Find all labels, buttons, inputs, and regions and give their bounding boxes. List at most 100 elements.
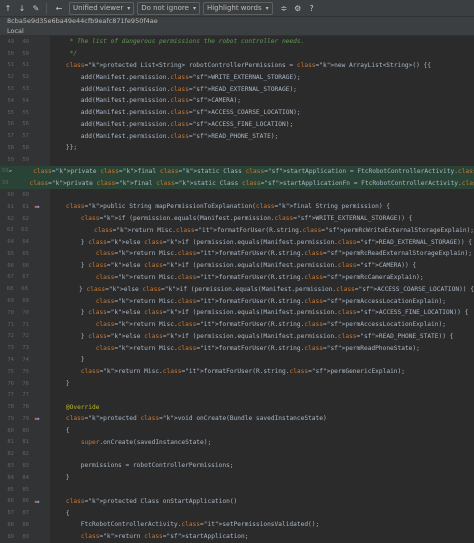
line-number-right: 59 xyxy=(22,156,29,163)
code-text: */ xyxy=(51,50,78,58)
code-line[interactable]: 61 61 ● ● class="k">public String mapPermis… xyxy=(0,201,474,213)
code-line[interactable]: 75 75 class="k">return Misc.class="it">fo… xyxy=(0,366,474,378)
line-number-right: 80 xyxy=(22,427,29,434)
line-number-right: 66 xyxy=(22,262,29,269)
arrow-up-icon[interactable]: ↑ xyxy=(2,2,14,14)
code-text: class="k">private class="k">final class=… xyxy=(29,179,474,187)
code-line[interactable]: 77 77 xyxy=(0,389,474,401)
code-line[interactable]: 67 67 class="k">return Misc.class="it">fo… xyxy=(0,272,474,284)
code-line[interactable]: 76 76 } xyxy=(0,378,474,390)
code-line[interactable]: 71 71 class="k">return Misc.class="it">fo… xyxy=(0,319,474,331)
code-line[interactable]: 83 83 permissions = robotControllerPermis… xyxy=(0,460,474,472)
code-line[interactable]: 74 74 } xyxy=(0,354,474,366)
code-line[interactable]: 79 79 ● ● class="k">protected class="k">voi… xyxy=(0,413,474,425)
code-text: class="k">return class="sf">startApplica… xyxy=(80,533,249,541)
help-icon[interactable]: ? xyxy=(306,2,318,14)
code-line[interactable]: 87 87 { xyxy=(0,507,474,519)
code-line[interactable]: 53 53 add(Manifest.permission.class="sf">… xyxy=(0,83,474,95)
line-number-right: 63 xyxy=(21,227,28,234)
code-line[interactable]: 88 88 FtcRobotControllerActivity.class="i… xyxy=(0,519,474,531)
line-number-left: 53 xyxy=(7,86,14,92)
arrow-down-icon[interactable]: ↓ xyxy=(16,2,28,14)
code-line[interactable]: 59 class="k">private class="k">final cla… xyxy=(0,177,474,190)
code-line[interactable]: 89 89 class="k">return class="sf">startAp… xyxy=(0,531,474,543)
code-line[interactable]: 50 50 */ xyxy=(0,48,474,60)
revert-icon[interactable]: ↶ xyxy=(9,168,13,175)
code-line[interactable]: 51 51 class="k">protected List<String> ro… xyxy=(0,60,474,72)
line-number-left: 57 xyxy=(7,133,14,140)
code-text: super.onCreate(savedInstanceState); xyxy=(80,438,212,446)
line-number-right: 67 xyxy=(22,274,29,281)
code-line[interactable]: 72 72 } class="k">else class="k">if (perm… xyxy=(0,331,474,343)
line-number-left: 64 xyxy=(7,239,14,246)
line-number-left: 80 xyxy=(7,427,14,434)
diff-toolbar: ↑ ↓ ✎ ← Unified viewer ▾ Do not ignore ▾… xyxy=(0,0,474,17)
code-line[interactable]: 60 60 xyxy=(0,189,474,201)
line-number-right: 71 xyxy=(22,321,29,328)
line-number-left: 58 xyxy=(7,144,14,151)
highlight-dropdown[interactable]: Highlight words ▾ xyxy=(202,1,273,15)
settings-gear-icon[interactable]: ⚙ xyxy=(292,2,304,14)
code-line[interactable]: 85 85 xyxy=(0,484,474,496)
code-line[interactable]: 73 73 class="k">return Misc.class="it">fo… xyxy=(0,342,474,354)
line-number-right: 59 xyxy=(2,168,9,175)
line-number-left: 65 xyxy=(7,250,14,257)
override-marker-icon: ● ● xyxy=(34,416,40,422)
line-number-left: 82 xyxy=(7,451,14,458)
edit-icon[interactable]: ✎ xyxy=(30,2,42,14)
commit-hash: 8cba5e9d35e6ba49e44cfb9eafc871fe950f4ae xyxy=(0,17,474,26)
code-line[interactable]: 52 52 add(Manifest.permission.class="sf">… xyxy=(0,71,474,83)
code-line[interactable]: 63 63 class="k">return Misc.class="it">fo… xyxy=(0,224,474,236)
code-line[interactable]: 66 66 } class="k">else class="k">if (perm… xyxy=(0,260,474,272)
back-arrow-icon[interactable]: ← xyxy=(53,2,65,14)
line-number-right: 60 xyxy=(22,192,29,199)
line-number-right: 64 xyxy=(22,239,29,246)
code-line[interactable]: 69 69 class="k">return Misc.class="it">fo… xyxy=(0,295,474,307)
line-number-left: 56 xyxy=(7,121,14,128)
code-line[interactable]: 58 58 }}; xyxy=(0,142,474,154)
line-number-right: 55 xyxy=(22,109,29,116)
line-number-right: 78 xyxy=(22,404,29,411)
code-line[interactable]: 80 80 { xyxy=(0,425,474,437)
line-number-left: 73 xyxy=(7,345,14,352)
code-line[interactable]: 56 56 add(Manifest.permission.class="sf">… xyxy=(0,118,474,130)
code-line[interactable]: 59 ↶ class="k">private class="k">final cl… xyxy=(0,165,474,178)
code-line[interactable]: 59 59 xyxy=(0,154,474,166)
chevron-down-icon: ▾ xyxy=(127,4,131,12)
line-number-right: 87 xyxy=(22,510,29,517)
code-editor[interactable]: 49 49 * The list of dangerous permissions… xyxy=(0,36,474,543)
collapse-unchanged-icon[interactable]: ≑ xyxy=(278,2,290,14)
code-line[interactable]: 81 81 super.onCreate(savedInstanceState); xyxy=(0,437,474,449)
code-text: class="k">protected class="k">void onCre… xyxy=(65,415,327,423)
line-number-right: 88 xyxy=(22,521,29,528)
line-number-right: 61 xyxy=(22,203,29,210)
code-text: add(Manifest.permission.class="sf">ACCES… xyxy=(51,109,301,117)
code-line[interactable]: 64 64 } class="k">else class="k">if (perm… xyxy=(0,236,474,248)
code-line[interactable]: 84 84 } xyxy=(0,472,474,484)
line-number-left: 79 xyxy=(7,415,14,422)
code-line[interactable]: 54 54 add(Manifest.permission.class="sf">… xyxy=(0,95,474,107)
code-line[interactable]: 62 62 class="k">if (permission.equals(Man… xyxy=(0,213,474,225)
whitespace-dropdown[interactable]: Do not ignore ▾ xyxy=(137,1,200,15)
code-line[interactable]: 49 49 * The list of dangerous permissions… xyxy=(0,36,474,48)
code-line[interactable]: 68 68 } class="k">else class="k">if (perm… xyxy=(0,283,474,295)
line-number-right: 83 xyxy=(22,462,29,469)
code-line[interactable]: 70 70 } class="k">else class="k">if (perm… xyxy=(0,307,474,319)
line-number-right: 73 xyxy=(22,345,29,352)
line-number-right: 52 xyxy=(22,74,29,81)
line-number-left: 77 xyxy=(7,392,14,399)
code-line[interactable]: 65 65 class="k">return Misc.class="it">fo… xyxy=(0,248,474,260)
line-number-right: 72 xyxy=(22,333,29,340)
code-text: class="k">return Misc.class="it">formatF… xyxy=(95,297,446,305)
code-line[interactable]: 55 55 add(Manifest.permission.class="sf">… xyxy=(0,107,474,119)
code-line[interactable]: 86 86 ● ● class="k">protected Class onStart… xyxy=(0,495,474,507)
code-text: } xyxy=(51,474,70,482)
code-line[interactable]: 78 78 @Override xyxy=(0,401,474,413)
viewer-mode-dropdown[interactable]: Unified viewer ▾ xyxy=(69,1,135,15)
line-number-left: 85 xyxy=(7,486,14,493)
code-line[interactable]: 82 82 xyxy=(0,448,474,460)
code-line[interactable]: 57 57 add(Manifest.permission.class="sf">… xyxy=(0,130,474,142)
line-number-right: 68 xyxy=(21,286,28,293)
line-number-left: 50 xyxy=(7,50,14,57)
whitespace-label: Do not ignore xyxy=(141,4,189,12)
